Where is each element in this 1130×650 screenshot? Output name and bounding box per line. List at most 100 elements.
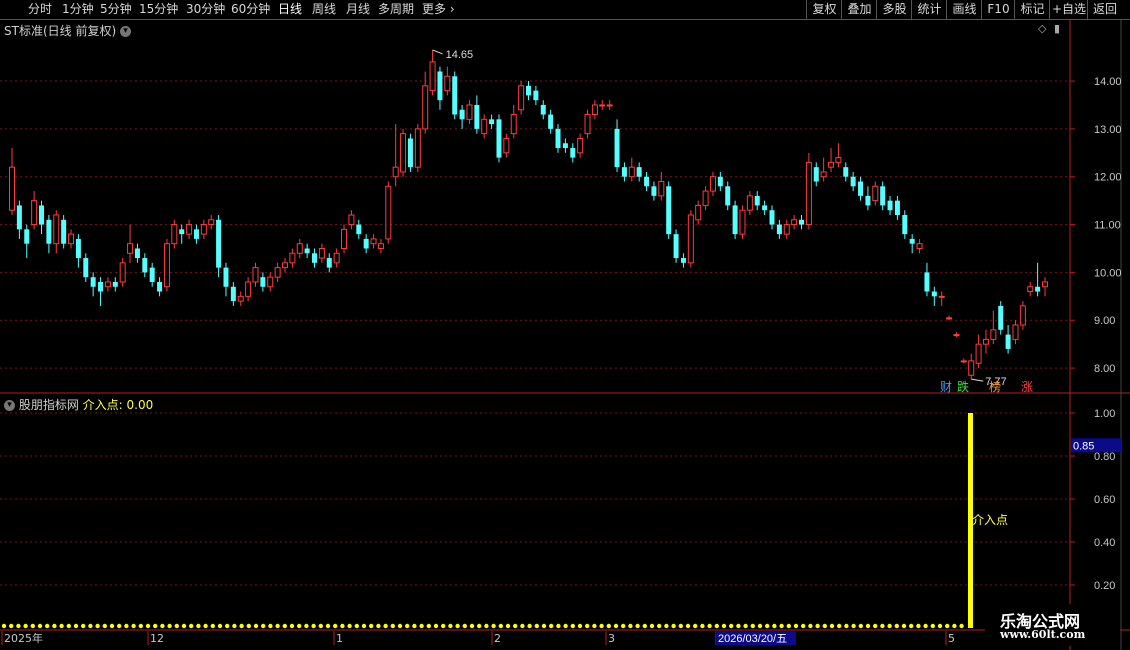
indicator-zero-dot <box>275 623 280 629</box>
indicator-zero-dot <box>599 623 604 629</box>
candle-body-up <box>171 224 178 245</box>
indicator-zero-dot <box>808 623 813 629</box>
indicator-zero-dot <box>865 623 871 629</box>
indicator-zero-dot <box>707 623 712 629</box>
candle-body-down <box>894 200 900 215</box>
indicator-zero-dot <box>721 623 727 629</box>
candle-body-up <box>466 104 473 120</box>
candle-body-down <box>754 195 760 206</box>
candle-body-down <box>924 272 930 292</box>
indicator-zero-dot <box>534 623 539 629</box>
date-cursor-label: 2026/03/20/五 <box>718 633 787 645</box>
indicator-zero-dot <box>405 623 410 629</box>
indicator-zero-dot <box>959 623 964 629</box>
indicator-zero-dot <box>700 623 705 629</box>
indicator-zero-dot <box>9 623 14 629</box>
candle-body-down <box>90 277 96 287</box>
candle-body-down <box>526 85 531 96</box>
indicator-zero-dot <box>102 623 108 629</box>
event-marker[interactable]: 跌 <box>957 379 969 394</box>
event-marker[interactable]: 榜 <box>989 379 1001 394</box>
candle-body-up <box>872 185 879 202</box>
indicator-zero-dot <box>563 623 568 629</box>
indicator-zero-dot <box>664 623 669 629</box>
indicator-zero-dot <box>901 623 907 629</box>
candle-body-up <box>1012 324 1019 340</box>
indicator-zero-dot <box>181 623 187 629</box>
indicator-zero-dot <box>455 623 460 629</box>
candle-body-up <box>1019 305 1026 326</box>
indicator-zero-dot <box>412 623 417 629</box>
candle-body-up <box>31 200 38 226</box>
candle-body-up <box>267 276 274 288</box>
candle-body-down <box>223 267 229 287</box>
indicator-zero-dot <box>930 623 935 629</box>
indicator-zero-dot <box>923 623 928 629</box>
indicator-zero-dot <box>844 623 849 629</box>
candle-body-up <box>274 267 281 278</box>
candle-body-up <box>599 104 606 107</box>
indicator-zero-dot <box>217 623 223 629</box>
indicator-zero-dot <box>585 623 590 629</box>
indicator-zero-dot <box>873 623 878 629</box>
indicator-zero-dot <box>513 623 518 629</box>
indicator-zero-dot <box>750 623 755 629</box>
candle-body-down <box>570 148 576 158</box>
indicator-zero-dot <box>743 623 748 629</box>
candle-body-down <box>762 205 768 211</box>
indicator-zero-dot <box>81 623 86 629</box>
kline-chart[interactable]: 14.0013.0012.0011.0010.009.008.0014.657.… <box>0 0 1130 650</box>
candle-body-down <box>843 167 849 177</box>
indicator-zero-dot <box>441 623 446 629</box>
indicator-zero-dot <box>520 623 525 629</box>
candle-body-down <box>326 258 332 268</box>
candle-body-down <box>83 258 89 278</box>
candle-body-down <box>555 128 561 149</box>
indicator-tick-label: 0.60 <box>1094 494 1115 506</box>
candle-body-up <box>702 190 709 206</box>
candle-body-down <box>1035 286 1041 292</box>
candle-body-up <box>429 61 436 92</box>
candle-body-down <box>865 195 871 206</box>
x-axis-label: 3 <box>608 632 615 645</box>
candle-body-up <box>377 243 384 249</box>
indicator-zero-dot <box>340 623 345 629</box>
candle-body-down <box>157 281 163 292</box>
indicator-zero-dot <box>397 623 403 629</box>
candle-body-down <box>717 176 723 187</box>
indicator-zero-dot <box>282 623 287 629</box>
current-value-label: 0.85 <box>1073 440 1094 452</box>
candle-body-down <box>548 114 554 129</box>
indicator-zero-dot <box>491 623 496 629</box>
price-tick-label: 14.00 <box>1094 76 1122 88</box>
x-axis-label: 2025年 <box>4 631 43 645</box>
indicator-zero-dot <box>772 623 777 629</box>
indicator-zero-dot <box>642 623 647 629</box>
candle-body-down <box>46 219 52 244</box>
candle-body-up <box>953 334 960 337</box>
indicator-zero-dot <box>469 623 475 629</box>
indicator-zero-dot <box>369 623 374 629</box>
candle-body-up <box>481 118 488 135</box>
indicator-zero-dot <box>52 623 57 629</box>
indicator-zero-dot <box>131 623 136 629</box>
indicator-zero-dot <box>66 623 72 629</box>
candle-body-down <box>179 229 185 235</box>
candle-body-down <box>363 238 369 249</box>
indicator-zero-dot <box>628 623 633 629</box>
indicator-zero-dot <box>210 623 215 629</box>
indicator-zero-dot <box>311 623 316 629</box>
candle-body-up <box>990 329 997 340</box>
indicator-zero-dot <box>937 623 943 629</box>
indicator-zero-dot <box>829 623 835 629</box>
candle-body-up <box>400 133 407 173</box>
indicator-zero-dot <box>556 623 561 629</box>
indicator-zero-dot <box>916 623 921 629</box>
event-marker[interactable]: 涨 <box>1021 379 1033 394</box>
candle-body-up <box>658 181 665 197</box>
indicator-zero-dot <box>736 623 741 629</box>
candle-body-up <box>348 214 355 226</box>
candle-body-down <box>673 234 679 259</box>
event-marker[interactable]: 财 <box>940 380 952 394</box>
indicator-zero-dot <box>318 623 323 629</box>
